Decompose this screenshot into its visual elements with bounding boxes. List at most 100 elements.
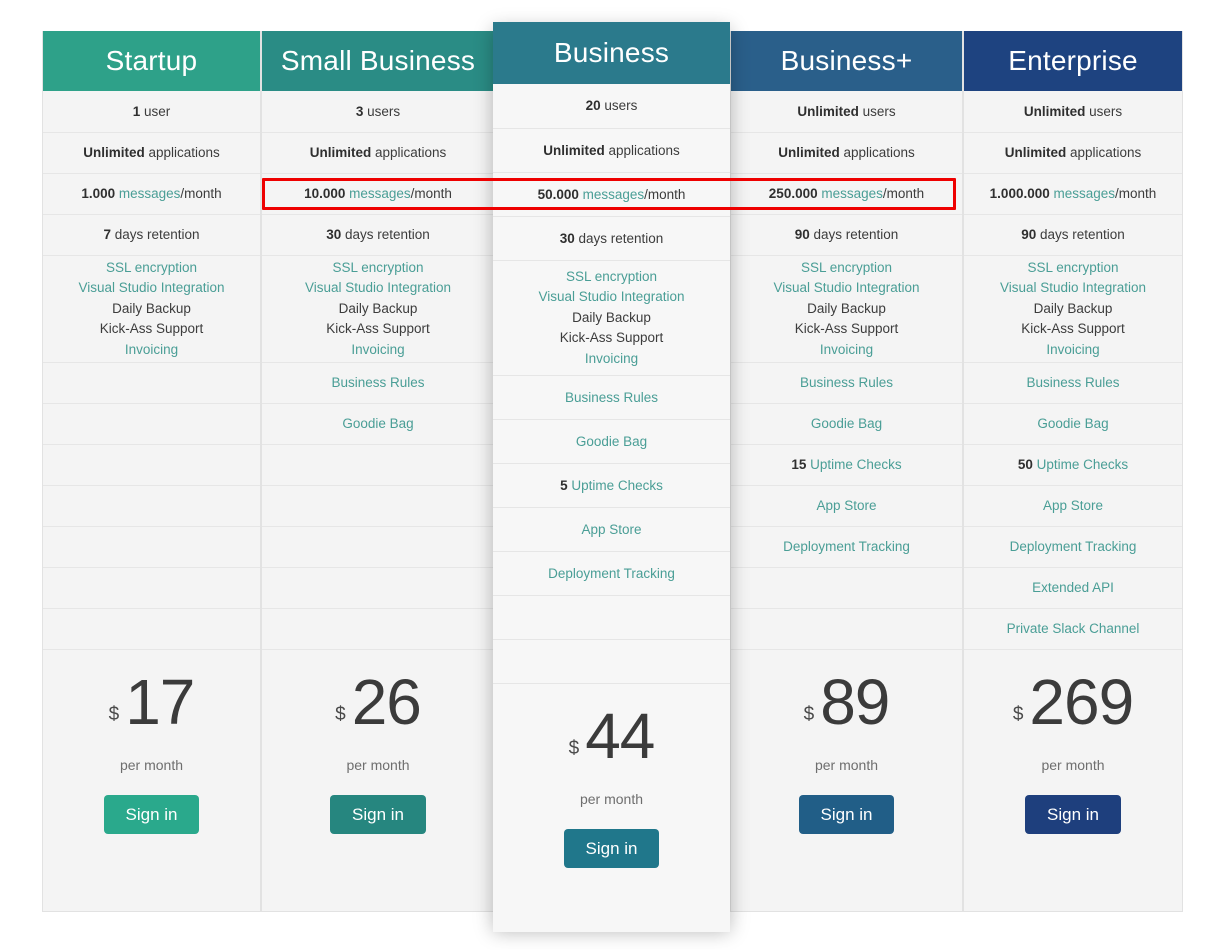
uptime-label: Uptime Checks: [571, 477, 663, 493]
plan-name: Small Business: [280, 45, 476, 76]
row-deployment-tracking: [43, 526, 260, 567]
price-line: $89: [804, 666, 891, 738]
row-app-store: [262, 485, 494, 526]
price-line: $269: [1012, 670, 1134, 734]
signin-button-startup[interactable]: Sign in: [103, 794, 200, 834]
plan-rows-small-business: 3 users Unlimited applications 10.000 mess…: [262, 91, 494, 649]
retention-label: days retention: [114, 227, 200, 243]
price-amount: 89: [820, 666, 890, 738]
deployment-tracking-label: Deployment Tracking: [1009, 539, 1137, 555]
signin-button-business[interactable]: Sign in: [563, 828, 660, 868]
row-extended-api: [43, 567, 260, 608]
row-retention: 90 days retention: [731, 214, 962, 255]
row-applications: Unlimited applications: [262, 132, 494, 173]
applications-label: applications: [608, 142, 680, 158]
core-feature-list: SSL encryption Visual Studio Integration D…: [996, 252, 1150, 367]
feature-item: Invoicing: [819, 341, 874, 357]
retention-label: days retention: [344, 227, 430, 243]
currency-symbol: $: [1012, 704, 1024, 725]
feature-item: Invoicing: [351, 341, 405, 357]
price-block-startup: $17 per month Sign in: [43, 649, 260, 897]
messages-suffix: /month: [180, 186, 222, 202]
per-month-label: per month: [346, 756, 410, 773]
pricing-table: Startup 1 user Unlimited applications 1.000…: [0, 0, 1225, 950]
row-messages: 10.000 messages/month: [262, 173, 494, 214]
signin-button-enterprise[interactable]: Sign in: [1025, 794, 1121, 834]
row-core-features: SSL encryption Visual Studio Integration D…: [43, 255, 260, 362]
messages-count: 50.000: [537, 186, 579, 202]
row-applications: Unlimited applications: [964, 132, 1182, 173]
row-core-features: SSL encryption Visual Studio Integration D…: [964, 255, 1182, 362]
uptime-count: 5: [560, 477, 568, 493]
row-extended-api: [262, 567, 494, 608]
price-block-small-business: $26 per month Sign in: [262, 649, 494, 897]
currency-symbol: $: [108, 704, 120, 725]
signin-button-small-business[interactable]: Sign in: [330, 794, 426, 834]
goodie-bag-label: Goodie Bag: [810, 416, 883, 432]
row-deployment-tracking: Deployment Tracking: [493, 551, 730, 595]
row-extended-api: Extended API: [964, 567, 1182, 608]
currency-symbol: $: [568, 738, 580, 759]
uptime-count: 15: [791, 457, 807, 473]
price-block-enterprise: $269 per month Sign in: [964, 649, 1182, 897]
private-slack-label: Private Slack Channel: [1006, 621, 1140, 637]
core-feature-list: SSL encryption Visual Studio Integration D…: [769, 252, 923, 367]
row-business-rules: Business Rules: [964, 362, 1182, 403]
price-block-business-plus: $89 per month Sign in: [731, 649, 962, 897]
feature-item: Visual Studio Integration: [773, 280, 920, 296]
feature-item: SSL encryption: [332, 259, 424, 275]
plan-header-enterprise: Enterprise: [964, 31, 1182, 91]
plan-header-small-business: Small Business: [262, 31, 494, 91]
plan-rows-startup: 1 user Unlimited applications 1.000 messag…: [43, 91, 260, 649]
messages-word: messages: [821, 186, 883, 202]
goodie-bag-label: Goodie Bag: [1037, 416, 1109, 432]
row-uptime-checks: 50 Uptime Checks: [964, 444, 1182, 485]
plan-header-business-plus: Business+: [731, 31, 962, 91]
feature-item: Invoicing: [1046, 341, 1100, 357]
row-private-slack-channel: [262, 608, 494, 649]
messages-count: 1.000.000: [989, 186, 1050, 202]
feature-item: SSL encryption: [565, 268, 658, 284]
plan-name: Startup: [105, 45, 198, 76]
feature-item: Daily Backup: [112, 300, 191, 316]
signin-button-business-plus[interactable]: Sign in: [798, 794, 895, 834]
business-rules-label: Business Rules: [564, 389, 659, 405]
core-feature-list: SSL encryption Visual Studio Integration D…: [74, 252, 228, 367]
users-label: users: [862, 103, 896, 119]
messages-count: 10.000: [304, 186, 346, 202]
feature-item: Visual Studio Integration: [538, 289, 685, 305]
row-core-features: SSL encryption Visual Studio Integration D…: [493, 260, 730, 375]
row-app-store: App Store: [493, 507, 730, 551]
row-users: Unlimited users: [731, 91, 962, 132]
price-line: $26: [335, 670, 422, 734]
applications-count: Unlimited: [1004, 145, 1067, 161]
retention-count: 90: [1021, 227, 1037, 243]
applications-label: applications: [148, 145, 220, 161]
row-private-slack-channel: [493, 639, 730, 683]
row-applications: Unlimited applications: [493, 128, 730, 172]
messages-word: messages: [118, 186, 181, 202]
retention-count: 7: [103, 227, 111, 243]
row-app-store: [43, 485, 260, 526]
row-messages: 250.000 messages/month: [731, 173, 962, 214]
plan-name: Business: [553, 37, 670, 68]
users-count: Unlimited: [1023, 103, 1086, 119]
row-business-rules: Business Rules: [493, 375, 730, 419]
messages-word: messages: [1053, 186, 1116, 202]
row-users: 20 users: [493, 84, 730, 128]
plan-column-business-plus: Business+ Unlimited users Unlimited applic…: [730, 31, 963, 912]
applications-label: applications: [374, 145, 447, 161]
row-goodie-bag: Goodie Bag: [731, 403, 962, 444]
feature-item: Kick-Ass Support: [326, 321, 430, 337]
row-app-store: App Store: [731, 485, 962, 526]
price-amount: 17: [125, 666, 195, 738]
applications-label: applications: [1069, 145, 1142, 161]
applications-count: Unlimited: [83, 145, 145, 161]
core-feature-list: SSL encryption Visual Studio Integration D…: [301, 252, 455, 367]
plan-column-business: Business 20 users Unlimited applications 50…: [493, 22, 730, 932]
uptime-label: Uptime Checks: [810, 457, 902, 473]
applications-count: Unlimited: [543, 142, 605, 158]
row-goodie-bag: Goodie Bag: [964, 403, 1182, 444]
price-line: $17: [108, 666, 196, 738]
plan-header-startup: Startup: [43, 31, 260, 91]
